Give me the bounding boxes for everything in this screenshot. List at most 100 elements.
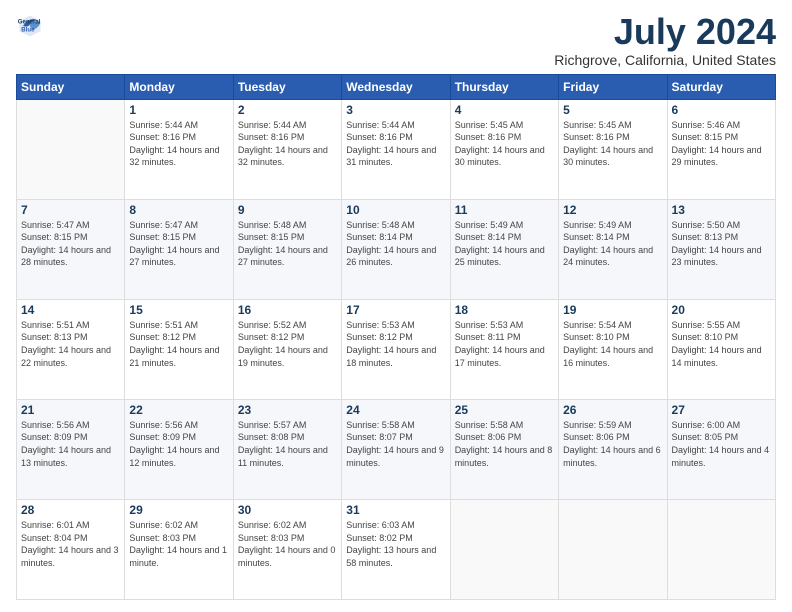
calendar-cell: 10 Sunrise: 5:48 AM Sunset: 8:14 PM Dayli… <box>342 199 450 299</box>
day-info: Sunrise: 5:46 AM Sunset: 8:15 PM Dayligh… <box>672 119 771 169</box>
day-number: 3 <box>346 103 445 117</box>
day-info: Sunrise: 5:45 AM Sunset: 8:16 PM Dayligh… <box>563 119 662 169</box>
calendar-cell: 19 Sunrise: 5:54 AM Sunset: 8:10 PM Dayli… <box>559 299 667 399</box>
day-info: Sunrise: 5:53 AM Sunset: 8:11 PM Dayligh… <box>455 319 554 369</box>
svg-text:Blue: Blue <box>21 26 35 33</box>
day-info: Sunrise: 6:00 AM Sunset: 8:05 PM Dayligh… <box>672 419 771 469</box>
calendar-cell: 15 Sunrise: 5:51 AM Sunset: 8:12 PM Dayli… <box>125 299 233 399</box>
day-info: Sunrise: 5:44 AM Sunset: 8:16 PM Dayligh… <box>346 119 445 169</box>
title-block: July 2024 Richgrove, California, United … <box>554 12 776 68</box>
day-number: 31 <box>346 503 445 517</box>
day-number: 14 <box>21 303 120 317</box>
calendar-cell: 2Sunrise: 5:44 AM Sunset: 8:16 PM Daylig… <box>233 99 341 199</box>
day-info: Sunrise: 5:48 AM Sunset: 8:15 PM Dayligh… <box>238 219 337 269</box>
subtitle: Richgrove, California, United States <box>554 52 776 68</box>
day-info: Sunrise: 5:50 AM Sunset: 8:13 PM Dayligh… <box>672 219 771 269</box>
calendar-cell: 11 Sunrise: 5:49 AM Sunset: 8:14 PM Dayli… <box>450 199 558 299</box>
day-number: 27 <box>672 403 771 417</box>
calendar-cell: 8 Sunrise: 5:47 AM Sunset: 8:15 PM Daylig… <box>125 199 233 299</box>
day-info: Sunrise: 5:49 AM Sunset: 8:14 PM Dayligh… <box>455 219 554 269</box>
day-number: 12 <box>563 203 662 217</box>
calendar-cell: 25Sunrise: 5:58 AM Sunset: 8:06 PM Dayli… <box>450 399 558 499</box>
day-info: Sunrise: 5:52 AM Sunset: 8:12 PM Dayligh… <box>238 319 337 369</box>
calendar-cell <box>667 499 775 599</box>
day-number: 5 <box>563 103 662 117</box>
calendar-cell: 6 Sunrise: 5:46 AM Sunset: 8:15 PM Daylig… <box>667 99 775 199</box>
header-tuesday: Tuesday <box>233 74 341 99</box>
calendar-cell: 1 Sunrise: 5:44 AM Sunset: 8:16 PM Daylig… <box>125 99 233 199</box>
calendar-cell: 30Sunrise: 6:02 AM Sunset: 8:03 PM Dayli… <box>233 499 341 599</box>
day-info: Sunrise: 5:44 AM Sunset: 8:16 PM Dayligh… <box>129 119 228 169</box>
day-number: 18 <box>455 303 554 317</box>
header: General Blue July 2024 Richgrove, Califo… <box>16 12 776 68</box>
day-info: Sunrise: 6:03 AM Sunset: 8:02 PM Dayligh… <box>346 519 445 569</box>
day-info: Sunrise: 5:56 AM Sunset: 8:09 PM Dayligh… <box>21 419 120 469</box>
day-info: Sunrise: 5:55 AM Sunset: 8:10 PM Dayligh… <box>672 319 771 369</box>
day-number: 6 <box>672 103 771 117</box>
calendar-week-row: 7 Sunrise: 5:47 AM Sunset: 8:15 PM Daylig… <box>17 199 776 299</box>
calendar-cell: 23Sunrise: 5:57 AM Sunset: 8:08 PM Dayli… <box>233 399 341 499</box>
day-info: Sunrise: 5:54 AM Sunset: 8:10 PM Dayligh… <box>563 319 662 369</box>
day-info: Sunrise: 5:57 AM Sunset: 8:08 PM Dayligh… <box>238 419 337 469</box>
day-info: Sunrise: 5:53 AM Sunset: 8:12 PM Dayligh… <box>346 319 445 369</box>
calendar-cell: 14 Sunrise: 5:51 AM Sunset: 8:13 PM Dayli… <box>17 299 125 399</box>
calendar-cell: 7 Sunrise: 5:47 AM Sunset: 8:15 PM Daylig… <box>17 199 125 299</box>
calendar-cell: 20 Sunrise: 5:55 AM Sunset: 8:10 PM Dayli… <box>667 299 775 399</box>
day-number: 4 <box>455 103 554 117</box>
day-info: Sunrise: 5:44 AM Sunset: 8:16 PM Dayligh… <box>238 119 337 169</box>
day-number: 10 <box>346 203 445 217</box>
calendar-cell: 5 Sunrise: 5:45 AM Sunset: 8:16 PM Daylig… <box>559 99 667 199</box>
calendar-cell: 31 Sunrise: 6:03 AM Sunset: 8:02 PM Dayli… <box>342 499 450 599</box>
day-info: Sunrise: 5:59 AM Sunset: 8:06 PM Dayligh… <box>563 419 662 469</box>
calendar-cell <box>17 99 125 199</box>
day-number: 16 <box>238 303 337 317</box>
day-info: Sunrise: 5:45 AM Sunset: 8:16 PM Dayligh… <box>455 119 554 169</box>
logo-icon: General Blue <box>16 12 44 40</box>
header-monday: Monday <box>125 74 233 99</box>
calendar-cell: 17 Sunrise: 5:53 AM Sunset: 8:12 PM Dayli… <box>342 299 450 399</box>
calendar-header-row: Sunday Monday Tuesday Wednesday Thursday… <box>17 74 776 99</box>
day-number: 21 <box>21 403 120 417</box>
day-info: Sunrise: 5:51 AM Sunset: 8:12 PM Dayligh… <box>129 319 228 369</box>
calendar-week-row: 21 Sunrise: 5:56 AM Sunset: 8:09 PM Dayli… <box>17 399 776 499</box>
day-number: 9 <box>238 203 337 217</box>
day-number: 19 <box>563 303 662 317</box>
header-friday: Friday <box>559 74 667 99</box>
day-number: 28 <box>21 503 120 517</box>
day-number: 11 <box>455 203 554 217</box>
calendar-cell: 27 Sunrise: 6:00 AM Sunset: 8:05 PM Dayli… <box>667 399 775 499</box>
calendar-cell <box>450 499 558 599</box>
day-info: Sunrise: 5:47 AM Sunset: 8:15 PM Dayligh… <box>129 219 228 269</box>
day-info: Sunrise: 5:48 AM Sunset: 8:14 PM Dayligh… <box>346 219 445 269</box>
day-number: 1 <box>129 103 228 117</box>
calendar-cell: 3 Sunrise: 5:44 AM Sunset: 8:16 PM Daylig… <box>342 99 450 199</box>
calendar-week-row: 1 Sunrise: 5:44 AM Sunset: 8:16 PM Daylig… <box>17 99 776 199</box>
calendar-cell: 13Sunrise: 5:50 AM Sunset: 8:13 PM Dayli… <box>667 199 775 299</box>
calendar-week-row: 28Sunrise: 6:01 AM Sunset: 8:04 PM Dayli… <box>17 499 776 599</box>
calendar-cell: 28Sunrise: 6:01 AM Sunset: 8:04 PM Dayli… <box>17 499 125 599</box>
svg-text:General: General <box>18 18 41 25</box>
calendar-cell: 29Sunrise: 6:02 AM Sunset: 8:03 PM Dayli… <box>125 499 233 599</box>
day-number: 26 <box>563 403 662 417</box>
day-number: 15 <box>129 303 228 317</box>
header-thursday: Thursday <box>450 74 558 99</box>
day-info: Sunrise: 6:02 AM Sunset: 8:03 PM Dayligh… <box>129 519 228 569</box>
day-number: 7 <box>21 203 120 217</box>
day-number: 24 <box>346 403 445 417</box>
calendar-cell: 12Sunrise: 5:49 AM Sunset: 8:14 PM Dayli… <box>559 199 667 299</box>
page: General Blue July 2024 Richgrove, Califo… <box>0 0 792 612</box>
day-info: Sunrise: 5:51 AM Sunset: 8:13 PM Dayligh… <box>21 319 120 369</box>
calendar-cell: 4 Sunrise: 5:45 AM Sunset: 8:16 PM Daylig… <box>450 99 558 199</box>
calendar-table: Sunday Monday Tuesday Wednesday Thursday… <box>16 74 776 600</box>
day-number: 22 <box>129 403 228 417</box>
calendar-cell: 24Sunrise: 5:58 AM Sunset: 8:07 PM Dayli… <box>342 399 450 499</box>
day-number: 8 <box>129 203 228 217</box>
day-info: Sunrise: 6:02 AM Sunset: 8:03 PM Dayligh… <box>238 519 337 569</box>
calendar-cell: 16 Sunrise: 5:52 AM Sunset: 8:12 PM Dayli… <box>233 299 341 399</box>
day-number: 20 <box>672 303 771 317</box>
day-number: 17 <box>346 303 445 317</box>
day-info: Sunrise: 5:47 AM Sunset: 8:15 PM Dayligh… <box>21 219 120 269</box>
logo: General Blue <box>16 12 44 40</box>
calendar-cell: 21 Sunrise: 5:56 AM Sunset: 8:09 PM Dayli… <box>17 399 125 499</box>
calendar-cell: 26 Sunrise: 5:59 AM Sunset: 8:06 PM Dayli… <box>559 399 667 499</box>
